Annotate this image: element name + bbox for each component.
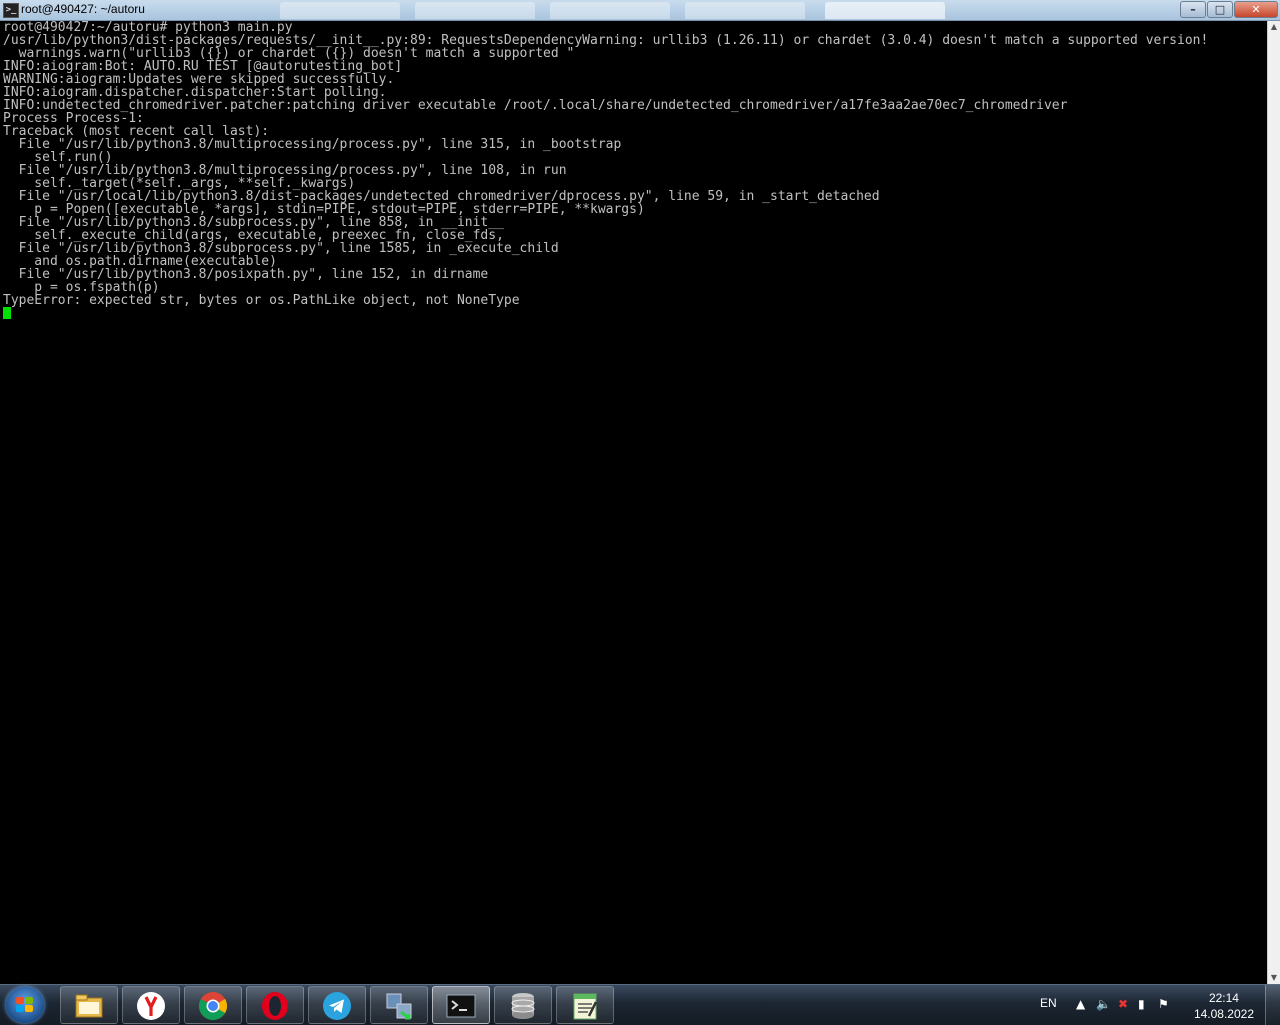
windows-logo-icon bbox=[16, 997, 34, 1013]
terminal-window-icon[interactable]: >_ bbox=[3, 3, 19, 18]
minimize-button[interactable]: – bbox=[1180, 1, 1206, 18]
terminal-line: INFO:undetected_chromedriver.patcher:pat… bbox=[3, 98, 1068, 113]
maximize-button[interactable]: □ bbox=[1207, 1, 1233, 18]
explorer-icon bbox=[75, 994, 103, 1018]
database-icon bbox=[511, 993, 535, 1019]
window-title: root@490427: ~/autoru bbox=[21, 2, 145, 16]
network-error-icon[interactable]: ✖ bbox=[1118, 997, 1128, 1011]
taskbar-opera[interactable] bbox=[246, 986, 304, 1024]
clock-date: 14.08.2022 bbox=[1193, 1007, 1254, 1021]
terminal-line: File "/usr/lib/python3.8/multiprocessing… bbox=[3, 137, 622, 152]
taskbar-explorer[interactable] bbox=[60, 986, 118, 1024]
telegram-icon bbox=[323, 992, 351, 1020]
taskbar-notepad[interactable] bbox=[556, 986, 614, 1024]
action-center-icon[interactable]: ⚑ bbox=[1158, 997, 1169, 1011]
file-transfer-icon bbox=[386, 993, 412, 1020]
signal-icon[interactable]: ▮ bbox=[1138, 997, 1145, 1011]
opera-icon bbox=[262, 992, 288, 1020]
clock-time: 22:14 bbox=[1208, 991, 1239, 1005]
chrome-icon bbox=[199, 992, 227, 1020]
terminal-cursor bbox=[3, 307, 11, 319]
terminal-line: TypeError: expected str, bytes or os.Pat… bbox=[3, 293, 520, 308]
show-desktop-button[interactable] bbox=[1265, 985, 1280, 1025]
notepad-icon bbox=[573, 993, 598, 1020]
taskbar-file-transfer[interactable] bbox=[370, 986, 428, 1024]
system-tray: EN ▲ 🔈 ✖ ▮ ⚑ 22:14 14.08.2022 bbox=[1030, 985, 1280, 1025]
taskbar: EN ▲ 🔈 ✖ ▮ ⚑ 22:14 14.08.2022 bbox=[0, 984, 1280, 1025]
terminal-output[interactable]: root@490427:~/autoru# python3 main.py/us… bbox=[0, 21, 1268, 984]
close-button[interactable]: ✕ bbox=[1234, 1, 1278, 18]
background-browser-tabs bbox=[280, 2, 1160, 20]
scroll-down-icon[interactable]: ▼ bbox=[1268, 972, 1280, 984]
taskbar-chrome[interactable] bbox=[184, 986, 242, 1024]
language-indicator[interactable]: EN bbox=[1040, 996, 1057, 1010]
taskbar-database[interactable] bbox=[494, 986, 552, 1024]
yandex-browser-icon bbox=[137, 992, 165, 1020]
volume-icon[interactable]: 🔈 bbox=[1096, 997, 1111, 1011]
taskbar-yandex[interactable] bbox=[122, 986, 180, 1024]
show-hidden-icons-icon[interactable]: ▲ bbox=[1076, 997, 1085, 1011]
start-button[interactable] bbox=[6, 987, 44, 1023]
window-titlebar[interactable]: >_ root@490427: ~/autoru – □ ✕ bbox=[0, 0, 1280, 21]
clock[interactable]: 22:14 14.08.2022 bbox=[1194, 990, 1254, 1022]
terminal-scrollbar[interactable]: ▲ ▼ bbox=[1267, 21, 1280, 984]
terminal-line: File "/usr/lib/python3.8/posixpath.py", … bbox=[3, 267, 489, 282]
terminal-text: root@490427:~/autoru# python3 main.py/us… bbox=[0, 21, 1268, 307]
window-controls: – □ ✕ bbox=[1179, 1, 1278, 18]
scroll-up-icon[interactable]: ▲ bbox=[1268, 21, 1280, 33]
taskbar-telegram[interactable] bbox=[308, 986, 366, 1024]
taskbar-terminal[interactable] bbox=[432, 986, 490, 1024]
terminal-icon bbox=[446, 994, 476, 1018]
